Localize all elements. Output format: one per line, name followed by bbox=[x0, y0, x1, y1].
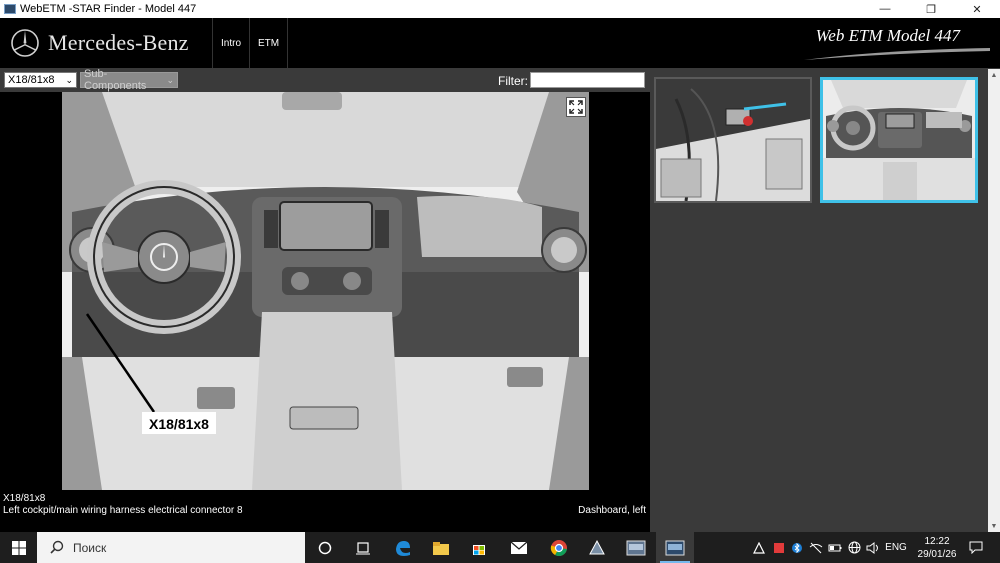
closeup-drawing bbox=[656, 79, 810, 201]
webetm-app-icon bbox=[665, 540, 685, 555]
taskbar-app[interactable] bbox=[578, 532, 616, 563]
filter-label: Filter: bbox=[498, 74, 528, 88]
taskbar-search[interactable]: Поиск bbox=[37, 532, 305, 563]
taskbar-mail[interactable] bbox=[500, 532, 538, 563]
tray-battery[interactable] bbox=[826, 532, 844, 563]
tray-globe[interactable] bbox=[845, 532, 863, 563]
taskbar-clock[interactable]: 12:22 29/01/26 bbox=[912, 535, 962, 561]
tray-antivirus[interactable] bbox=[770, 532, 788, 563]
dashboard-drawing: X18/81x8 bbox=[62, 92, 589, 490]
speaker-icon bbox=[866, 541, 878, 554]
notification-icon bbox=[969, 541, 983, 554]
battery-icon bbox=[828, 544, 842, 551]
folder-icon bbox=[433, 541, 449, 555]
window-app-icon bbox=[626, 540, 646, 555]
scroll-up-icon[interactable]: ▲ bbox=[988, 69, 1000, 81]
tray-app[interactable] bbox=[750, 532, 768, 563]
dashboard-illustration: X18/81x8 bbox=[62, 92, 589, 490]
minimize-button[interactable]: — bbox=[862, 0, 908, 18]
maximize-button[interactable]: ❐ bbox=[908, 0, 954, 18]
taskbar-store[interactable] bbox=[460, 532, 498, 563]
chevron-down-icon: ⌄ bbox=[166, 74, 174, 85]
callout-label: X18/81x8 bbox=[149, 416, 209, 432]
fullscreen-button[interactable] bbox=[566, 97, 586, 117]
nav-intro[interactable]: Intro bbox=[212, 18, 251, 68]
subcomponent-select[interactable]: Sub-Components ⌄ bbox=[80, 68, 178, 92]
window-title: WebETM -STAR Finder - Model 447 bbox=[20, 3, 197, 15]
thumbnail-dashboard[interactable] bbox=[820, 77, 978, 203]
viewer-toolbar: X18/81x8 ⌄ Sub-Components ⌄ Filter: bbox=[0, 68, 650, 92]
main-nav: Intro ETM bbox=[212, 18, 289, 68]
task-view-button[interactable] bbox=[344, 532, 382, 563]
thumbnail-closeup[interactable] bbox=[654, 77, 812, 203]
component-viewer: X18/81x8 bbox=[0, 92, 650, 490]
tray-bluetooth[interactable] bbox=[789, 532, 805, 563]
tray-volume[interactable] bbox=[864, 532, 882, 563]
caption-location: Dashboard, left bbox=[578, 505, 646, 516]
window-titlebar: WebETM -STAR Finder - Model 447 — ❐ ✕ bbox=[0, 0, 1000, 18]
tray-language[interactable]: ENG bbox=[883, 532, 909, 563]
thumbnail-panel bbox=[650, 69, 988, 532]
search-icon bbox=[50, 540, 64, 554]
mail-icon bbox=[510, 541, 528, 554]
expand-icon bbox=[569, 100, 583, 114]
cortana-icon bbox=[318, 541, 332, 554]
page-scrollbar[interactable]: ▲ ▼ bbox=[988, 69, 1000, 532]
taskbar-app-2[interactable] bbox=[617, 532, 655, 563]
task-view-icon bbox=[356, 541, 370, 554]
filter-input[interactable] bbox=[530, 72, 645, 88]
tray-network-off[interactable] bbox=[807, 532, 825, 563]
red-shield-icon bbox=[774, 542, 784, 553]
windows-taskbar: Поиск ENG 12:22 29/01/26 bbox=[0, 532, 1000, 563]
taskbar-webetm[interactable] bbox=[656, 532, 694, 563]
app-header: Mercedes-Benz Intro ETM Web ETM Model 44… bbox=[0, 18, 1000, 68]
nav-etm[interactable]: ETM bbox=[250, 18, 289, 68]
brand-name: Mercedes-Benz bbox=[48, 30, 189, 55]
brand-logo: Mercedes-Benz bbox=[10, 28, 189, 58]
component-select-value: X18/81x8 bbox=[8, 74, 55, 86]
bluetooth-icon bbox=[792, 542, 802, 553]
component-select[interactable]: X18/81x8 ⌄ bbox=[4, 72, 77, 88]
app-icon bbox=[4, 4, 16, 14]
caption-code: X18/81x8 bbox=[3, 493, 46, 504]
subcomponent-select-value: Sub-Components bbox=[84, 68, 147, 92]
etm-title: Web ETM Model 447 bbox=[815, 26, 960, 45]
etm-title-block: Web ETM Model 447 bbox=[802, 22, 992, 64]
chevron-down-icon: ⌄ bbox=[65, 74, 73, 85]
chrome-icon bbox=[550, 539, 567, 556]
start-button[interactable] bbox=[0, 532, 37, 563]
app-triangle-icon bbox=[589, 539, 605, 554]
clock-date: 29/01/26 bbox=[917, 549, 957, 560]
edge-icon bbox=[396, 540, 410, 556]
taskbar-chrome[interactable] bbox=[540, 532, 578, 563]
dashboard-thumb-drawing bbox=[823, 80, 975, 200]
clock-time: 12:22 bbox=[924, 536, 950, 547]
store-bag-icon bbox=[473, 544, 485, 555]
scroll-down-icon[interactable]: ▼ bbox=[988, 520, 1000, 532]
caption-description: Left cockpit/main wiring harness electri… bbox=[3, 505, 243, 516]
swoosh-decoration bbox=[804, 48, 990, 60]
component-caption: X18/81x8 Left cockpit/main wiring harnes… bbox=[0, 490, 650, 532]
mercedes-star-icon bbox=[11, 29, 39, 57]
windows-logo-icon bbox=[11, 540, 26, 555]
globe-icon bbox=[848, 541, 860, 554]
taskbar-explorer[interactable] bbox=[422, 532, 460, 563]
cortana-button[interactable] bbox=[306, 532, 344, 563]
search-placeholder: Поиск bbox=[73, 540, 107, 555]
taskbar-edge[interactable] bbox=[384, 532, 422, 563]
network-off-icon bbox=[809, 542, 823, 553]
tray-triangle-icon bbox=[753, 541, 765, 554]
close-button[interactable]: ✕ bbox=[954, 0, 1000, 18]
action-center-button[interactable] bbox=[964, 532, 988, 563]
